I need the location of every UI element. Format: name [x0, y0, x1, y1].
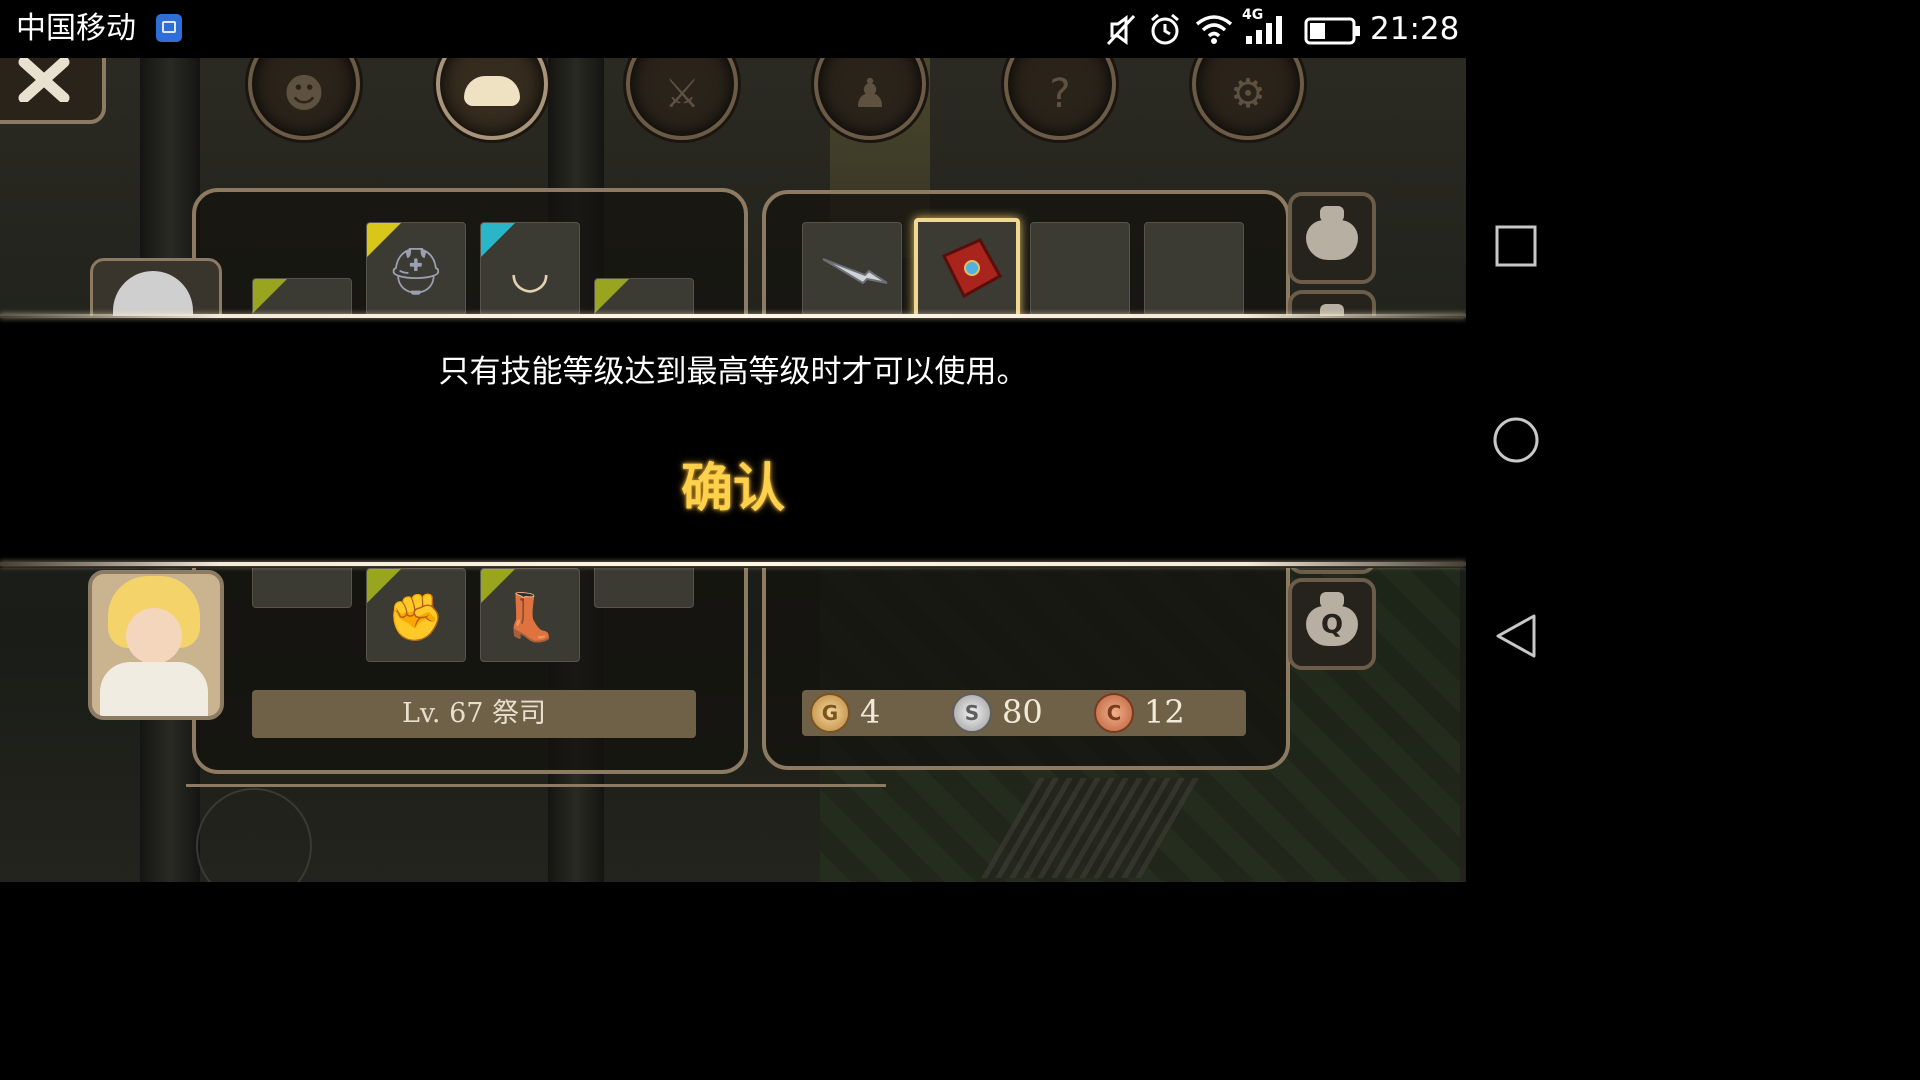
equipment-slot-gloves[interactable]: ✊ — [366, 568, 466, 662]
tab-character[interactable]: ☻ — [248, 58, 360, 140]
dialog-top-border — [0, 314, 1466, 318]
tab-skills[interactable]: ⚔ — [626, 58, 738, 140]
tab-settings[interactable]: ⚙ — [1192, 58, 1304, 140]
spellbook-icon — [941, 238, 1003, 299]
clock: 21:28 — [1370, 11, 1460, 47]
quest-bag-tab[interactable]: Q — [1288, 578, 1376, 670]
alarm-icon — [1151, 13, 1179, 45]
navigation-bar — [1466, 58, 1568, 882]
silver-amount: 80 — [1002, 693, 1043, 731]
inventory-slot-empty[interactable] — [1030, 222, 1130, 316]
dialog-bottom-border — [0, 562, 1466, 566]
gallery-icon — [156, 14, 182, 42]
home-icon[interactable] — [1492, 416, 1540, 464]
close-icon — [18, 58, 70, 102]
avatar-robe — [100, 662, 208, 716]
helmet-icon: ⛑ — [386, 243, 446, 298]
recent-apps-icon[interactable] — [1494, 224, 1538, 268]
gold-amount: 4 — [860, 693, 881, 731]
bag-tab-1[interactable] — [1288, 192, 1376, 284]
bag-icon — [1306, 206, 1358, 260]
avatar[interactable] — [88, 570, 224, 720]
necklace-icon: ◡ — [509, 243, 551, 298]
inventory-slot-empty[interactable] — [1144, 222, 1244, 316]
confirm-button[interactable]: 确认 — [633, 452, 833, 526]
close-button[interactable] — [0, 58, 106, 124]
equipment-slot-necklace[interactable]: ◡ — [480, 222, 580, 316]
equipment-slot-helmet[interactable]: ⛑ — [366, 222, 466, 316]
boots-icon: 👢 — [501, 589, 559, 644]
level-bar: Lv. 67 祭司 — [252, 690, 696, 738]
copper-amount: 12 — [1144, 693, 1185, 731]
level-label: Lv. 67 祭司 — [401, 698, 547, 729]
party-icon: ♟ — [852, 71, 888, 118]
wifi-icon — [1195, 15, 1233, 44]
currency-bar: G 4 S 80 C 12 — [802, 690, 1246, 736]
joystick-ring[interactable] — [196, 788, 312, 882]
bag-icon — [464, 76, 520, 106]
skills-icon: ⚔ — [664, 71, 700, 118]
settings-gear-icon: ⚙ — [1230, 71, 1266, 118]
quest-bag-icon: Q — [1306, 592, 1358, 646]
head-icon: ☻ — [283, 71, 325, 118]
tab-quests[interactable]: ? — [1004, 58, 1116, 140]
status-bar: 中国移动 4G 21:28 — [0, 0, 1568, 58]
silver-coin-icon: S — [952, 693, 992, 733]
gloves-icon: ✊ — [387, 589, 445, 644]
gold-coin-icon: G — [810, 693, 850, 733]
inventory-slot[interactable] — [802, 222, 902, 316]
avatar-face — [126, 608, 182, 664]
dagger-icon — [822, 258, 888, 285]
copper-coin-icon: C — [1094, 693, 1134, 733]
divider — [186, 784, 886, 787]
back-icon[interactable] — [1494, 612, 1538, 660]
tab-inventory[interactable] — [436, 58, 548, 140]
dialog-message: 只有技能等级达到最高等级时才可以使用。 — [438, 354, 1028, 390]
carrier-name: 中国移动 — [16, 11, 136, 46]
signal-icon — [1246, 16, 1282, 44]
equipment-slot-boots[interactable]: 👢 — [480, 568, 580, 662]
inventory-slot-selected[interactable] — [914, 218, 1020, 318]
quest-scroll-icon: ? — [1049, 71, 1071, 118]
battery-icon — [1304, 17, 1360, 45]
mute-icon — [1106, 14, 1136, 46]
